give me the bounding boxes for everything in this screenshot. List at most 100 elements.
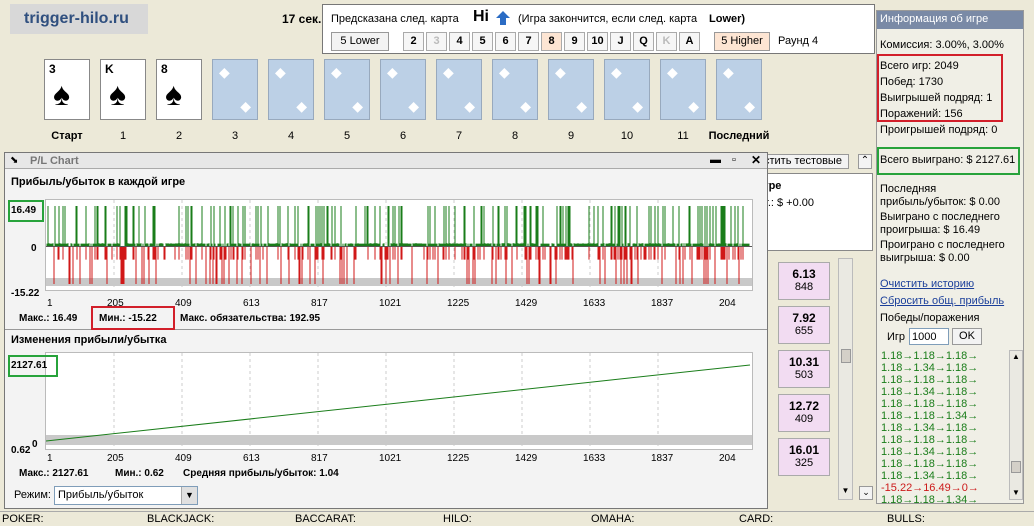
chart1-svg <box>46 200 752 290</box>
card-back: ◆ ◆ <box>548 59 594 120</box>
spade-icon: ♠ <box>165 76 182 112</box>
rank-button-4[interactable]: 4 <box>449 32 470 51</box>
maximize-icon[interactable]: ▫ <box>732 154 736 166</box>
spade-icon: ♠ <box>109 76 126 112</box>
sequence-item: 1.18→1.18→1.18→ <box>881 350 979 362</box>
rank-button-5[interactable]: 5 <box>472 32 493 51</box>
sequence-item: 1.18→1.34→1.18→ <box>881 386 979 398</box>
win-loss-label: Победы/поражения <box>880 312 980 324</box>
chart-titlebar[interactable]: ⬊ P/L Chart ▬ ▫ ✕ <box>5 153 767 169</box>
rank-button-3[interactable]: 3 <box>426 32 447 51</box>
last-pl-line2: прибыль/убыток: $ 0.00 <box>880 196 1001 208</box>
collapse-up-icon[interactable]: ⌃ <box>858 154 872 169</box>
card-back-icon: ◆ <box>744 98 755 114</box>
reset-profit-link[interactable]: Сбросить общ. прибыль <box>880 295 1004 307</box>
rank-button-8[interactable]: 8 <box>541 32 562 51</box>
rank-button-k[interactable]: K <box>656 32 677 51</box>
card-back: ◆ ◆ <box>604 59 650 120</box>
total-highlight-box <box>8 355 58 377</box>
status-bulls: BULLS: <box>887 513 925 525</box>
scroll-thumb[interactable] <box>1011 461 1021 473</box>
close-icon[interactable]: ✕ <box>751 153 761 167</box>
sequence-item: -15.22→16.49→0→ <box>881 482 979 494</box>
sequence-item: 1.18→1.18→1.18→ <box>881 434 979 446</box>
rank-button-j[interactable]: J <box>610 32 631 51</box>
chart2-avg-stat: Средняя прибыль/убыток: 1.04 <box>183 468 339 479</box>
status-poker: POKER: <box>2 513 44 525</box>
window-arrow-icon: ⬊ <box>10 155 19 166</box>
sequence-item: 1.18→1.34→1.18→ <box>881 470 979 482</box>
rank-button-q[interactable]: Q <box>633 32 654 51</box>
odds-count: 503 <box>794 369 814 381</box>
rank-button-9[interactable]: 9 <box>564 32 585 51</box>
x-tick-label: 1837 <box>651 453 674 464</box>
card-back-icon: ◆ <box>387 64 398 80</box>
chart2-max-stat: Макс.: 2127.61 <box>19 468 89 479</box>
odds-cell[interactable]: 12.72 409 <box>778 394 830 432</box>
status-bar: POKER: BLACKJACK: BACCARAT: HILO: OMAHA:… <box>0 511 1034 526</box>
win-loss-sequence: 1.18→1.18→1.18→ 1.18→1.34→1.18→ 1.18→1.18→… <box>881 350 1007 506</box>
x-tick-label: 205 <box>107 453 124 464</box>
card-label: 6 <box>399 130 407 142</box>
card-back: ◆ ◆ <box>492 59 538 120</box>
x-tick-label: 1 <box>47 298 53 309</box>
chart-window-title: P/L Chart <box>30 155 79 167</box>
collapse-down-icon[interactable]: ⌄ <box>859 486 873 500</box>
odds-count: 325 <box>794 457 814 469</box>
clear-history-link[interactable]: Очистить историю <box>880 278 974 290</box>
sequence-item: 1.18→1.34→1.18→ <box>881 446 979 458</box>
x-tick-label: 613 <box>243 298 260 309</box>
chart1-title: Прибыль/убыток в каждой игре <box>11 176 186 188</box>
card-label: Старт <box>51 130 83 142</box>
rank-button-2[interactable]: 2 <box>403 32 424 51</box>
card-face: K ♠ <box>100 59 146 120</box>
lower-button[interactable]: 5 Lower <box>331 32 389 51</box>
rank-button-6[interactable]: 6 <box>495 32 516 51</box>
run-tests-button[interactable]: стить тестовые <box>757 154 849 169</box>
mode-select[interactable]: Прибыль/убыток ▼ <box>54 486 198 505</box>
rank-button-7[interactable]: 7 <box>518 32 539 51</box>
ok-button[interactable]: OK <box>952 328 982 345</box>
odds-value: 10.31 <box>788 355 820 369</box>
rank-button-a[interactable]: A <box>679 32 700 51</box>
x-tick-label: 1225 <box>447 298 470 309</box>
card-back-icon: ◆ <box>408 98 419 114</box>
card-back-icon: ◆ <box>555 64 566 80</box>
loss-streak-text: Проигрышей подряд: 0 <box>880 124 998 136</box>
odds-cell[interactable]: 16.01 325 <box>778 438 830 476</box>
status-card: CARD: <box>739 513 774 525</box>
sequence-scrollbar[interactable]: ▲ ▼ <box>1009 350 1023 500</box>
scroll-up-icon[interactable]: ▲ <box>1011 352 1021 362</box>
chart2-svg <box>45 353 752 449</box>
odds-scroll-down-icon[interactable]: ▼ <box>840 486 851 497</box>
card-back: ◆ ◆ <box>380 59 426 120</box>
odds-cell[interactable]: 10.31 503 <box>778 350 830 388</box>
sequence-item: 1.18→1.18→1.18→ <box>881 374 979 386</box>
odds-cell[interactable]: 7.92 655 <box>778 306 830 344</box>
sequence-item: 1.18→1.34→1.18→ <box>881 362 979 374</box>
pl-bars <box>46 206 750 284</box>
chart2-title: Изменения прибыли/убытка <box>11 334 167 346</box>
baseline-band <box>46 278 752 286</box>
pl-chart-window: ⬊ P/L Chart ▬ ▫ ✕ Прибыль/убыток в каждо… <box>4 152 768 509</box>
card-back-icon: ◆ <box>352 98 363 114</box>
odds-value: 7.92 <box>792 311 816 325</box>
chevron-down-icon[interactable]: ▼ <box>181 487 197 504</box>
odds-cell[interactable]: 6.13 848 <box>778 262 830 300</box>
won-since-line1: Выиграно с последнего <box>880 211 1000 223</box>
x-tick-label: 1429 <box>515 453 538 464</box>
x-tick-label: 1225 <box>447 453 470 464</box>
prediction-value: Hi <box>473 8 489 25</box>
x-tick-label: 409 <box>175 298 192 309</box>
odds-scrollbar[interactable]: ▼ <box>838 258 853 500</box>
games-count-input[interactable] <box>909 328 949 345</box>
scroll-down-icon[interactable]: ▼ <box>1011 488 1021 498</box>
prediction-note: (Игра закончится, если след. карта <box>518 13 698 25</box>
odds-value: 6.13 <box>792 267 816 281</box>
card-back-icon: ◆ <box>667 64 678 80</box>
higher-button[interactable]: 5 Higher <box>714 32 770 51</box>
rank-button-10[interactable]: 10 <box>587 32 608 51</box>
odds-scroll-thumb[interactable] <box>841 349 851 363</box>
sequence-item: 1.18→1.18→1.34→ <box>881 494 979 506</box>
minimize-icon[interactable]: ▬ <box>710 154 721 166</box>
